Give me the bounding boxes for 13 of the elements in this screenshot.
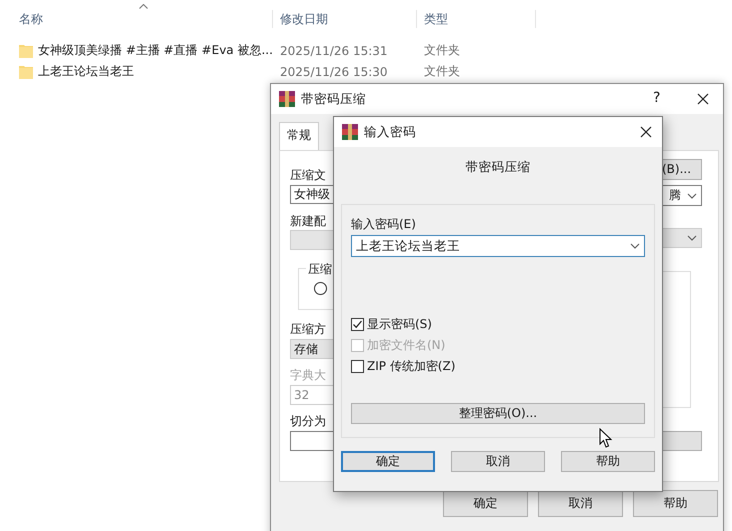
field-label: 压缩方 <box>290 321 326 338</box>
dialog-heading: 带密码压缩 <box>466 159 530 176</box>
window-title: 输入密码 <box>364 124 416 140</box>
field-label: 切分为 <box>290 413 326 430</box>
field-label: 压缩文 <box>290 167 326 184</box>
modified-date: 2025/11/26 15:30 <box>279 64 389 78</box>
field-label: 输入密码(E) <box>351 216 417 232</box>
file-type: 文件夹 <box>423 42 461 59</box>
window-title: 带密码压缩 <box>301 90 366 108</box>
file-type: 文件夹 <box>423 63 461 80</box>
field-label: 字典大 <box>290 367 326 384</box>
field-label: 新建配 <box>290 213 326 230</box>
modified-date: 2025/11/26 15:31 <box>279 44 389 58</box>
